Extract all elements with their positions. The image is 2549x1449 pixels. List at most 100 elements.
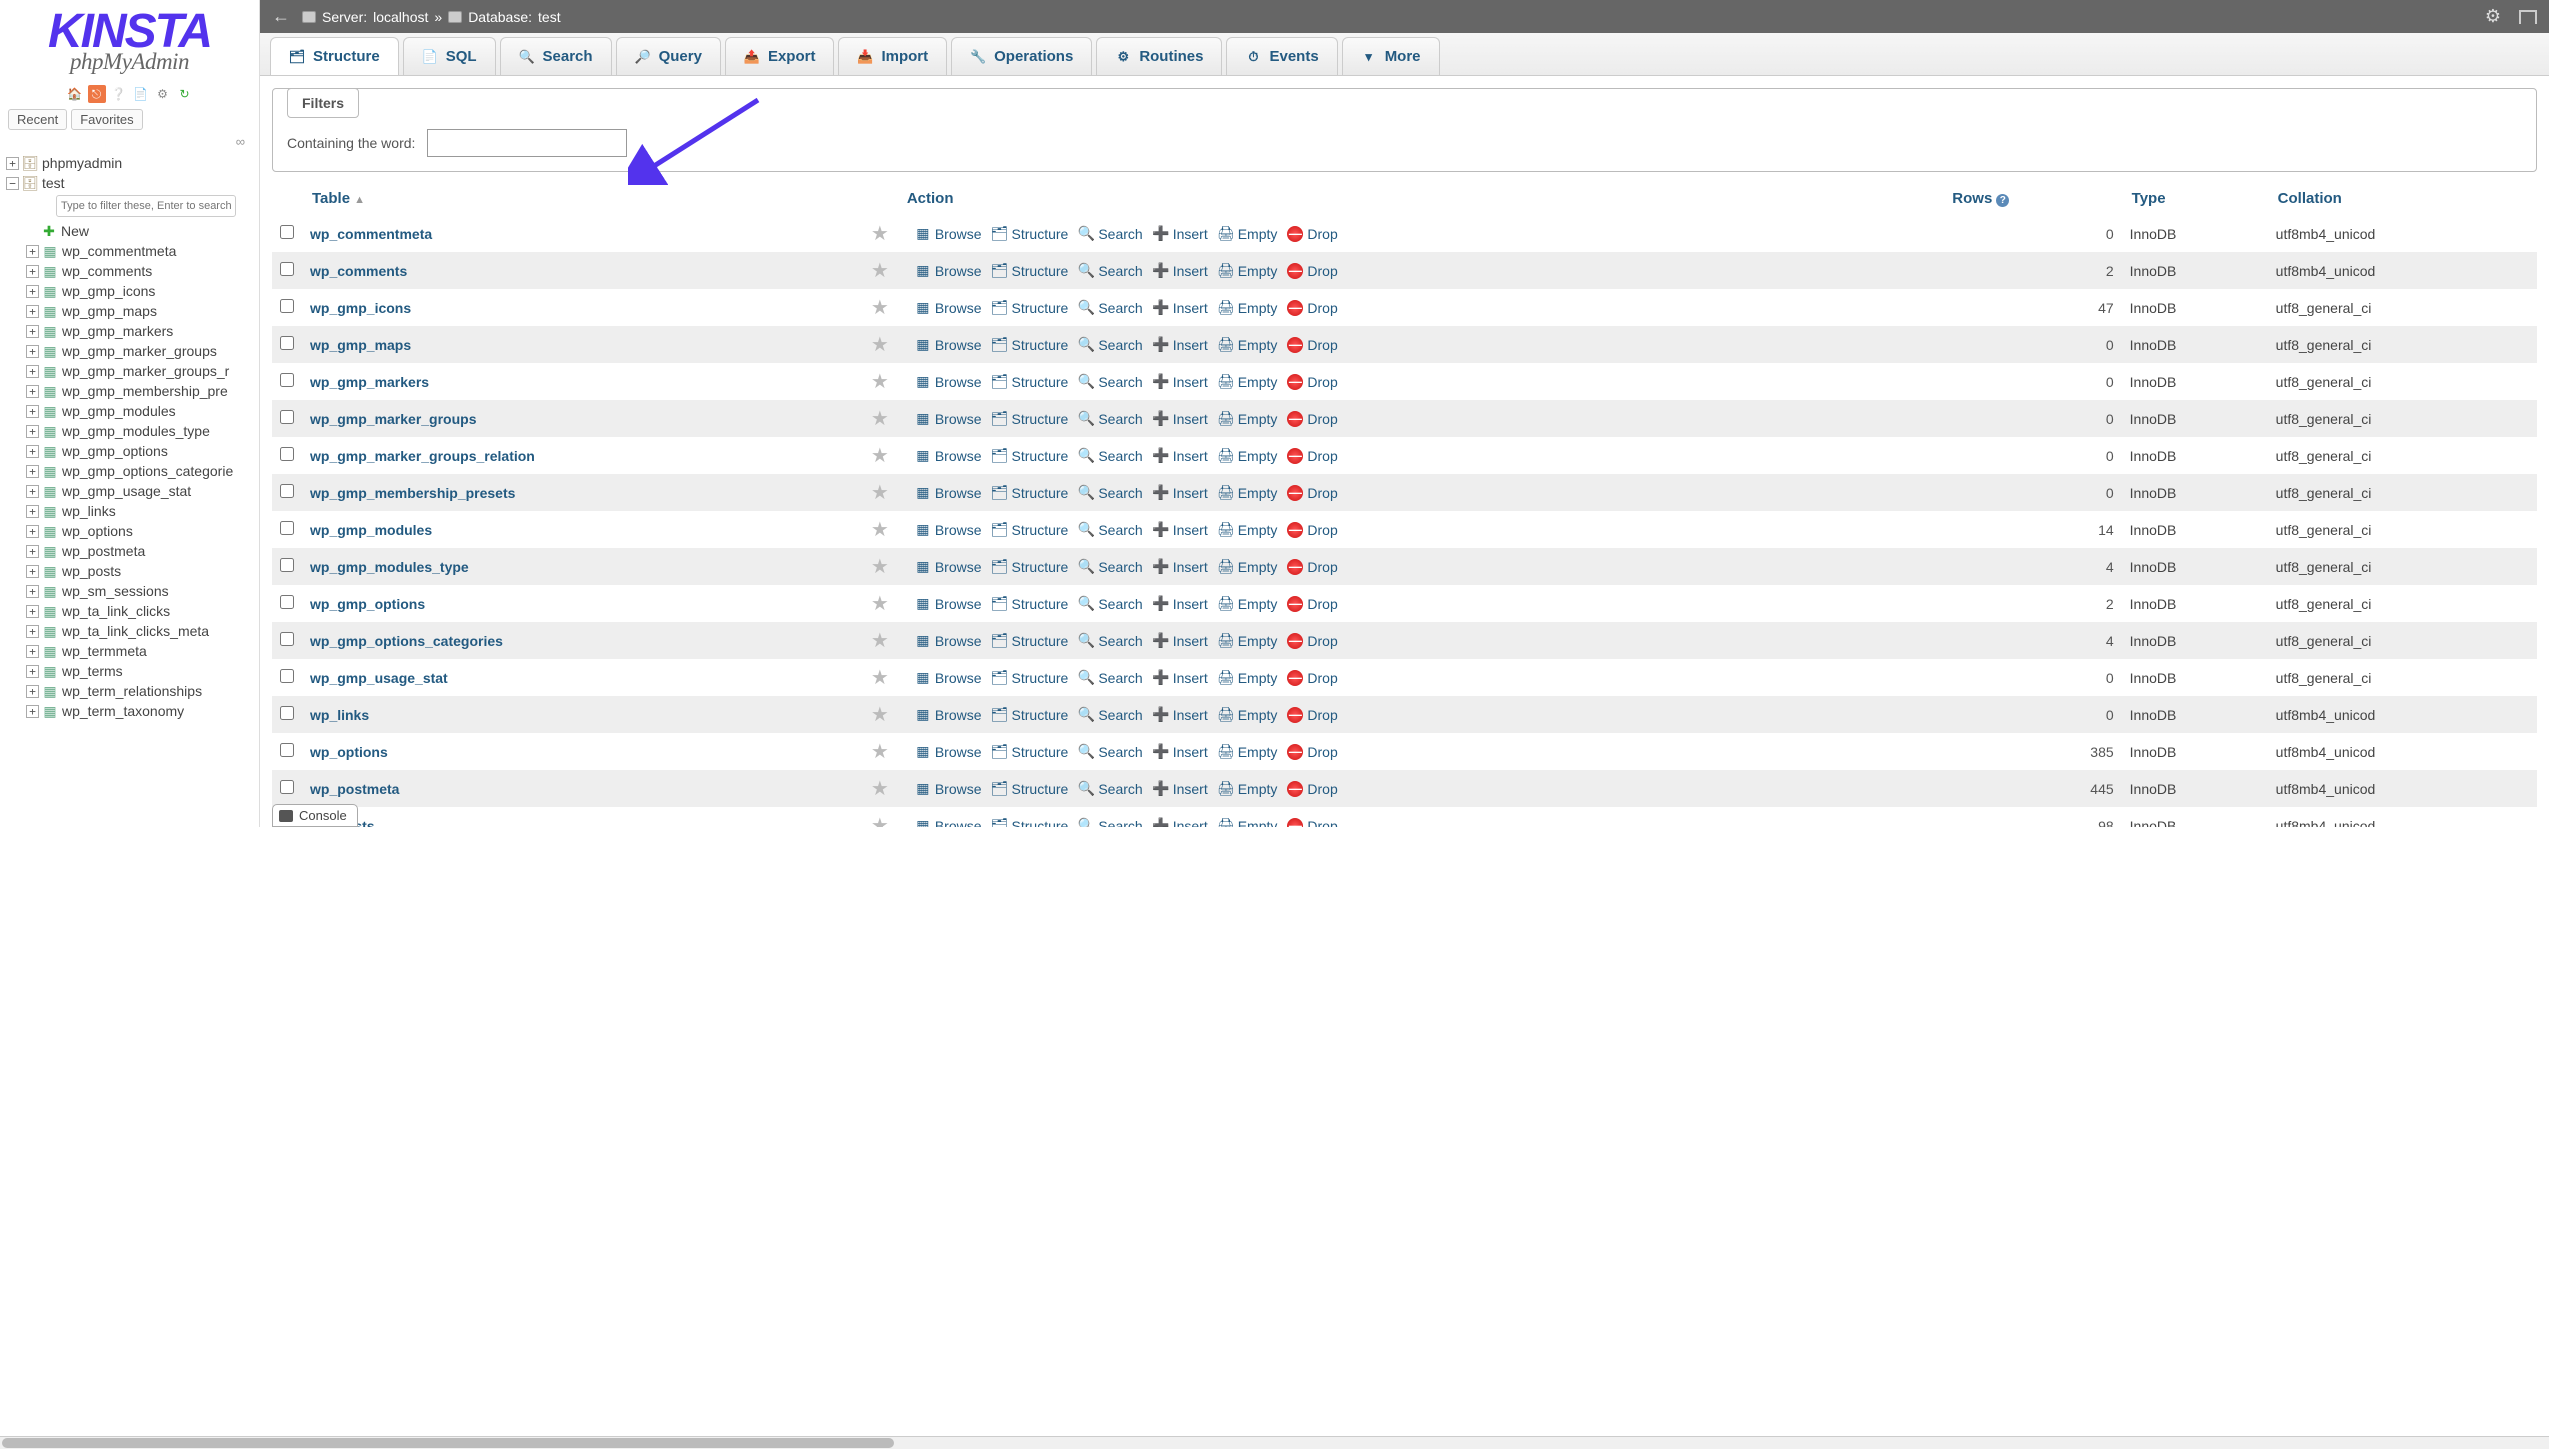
tree-table[interactable]: +▦wp_gmp_maps [6,301,259,321]
table-name-link[interactable]: wp_gmp_maps [310,337,411,353]
action-drop[interactable]: —Drop [1287,707,1337,723]
action-browse[interactable]: ▦Browse [915,522,982,538]
action-drop[interactable]: —Drop [1287,485,1337,501]
favorite-star-icon[interactable]: ★ [871,482,889,504]
docs-icon[interactable]: ❔ [110,85,128,103]
col-type[interactable]: Type [2122,182,2268,215]
favorite-star-icon[interactable]: ★ [871,704,889,726]
favorite-star-icon[interactable]: ★ [871,371,889,393]
tree-table[interactable]: +▦wp_gmp_options_categorie [6,461,259,481]
action-search[interactable]: 🔍Search [1078,744,1142,760]
tree-filter-input[interactable] [56,195,236,217]
favorite-star-icon[interactable]: ★ [871,741,889,763]
action-search[interactable]: 🔍Search [1078,522,1142,538]
crumb-db[interactable]: test [538,9,561,25]
expand-icon[interactable]: + [26,485,39,498]
row-checkbox[interactable] [280,780,294,794]
action-drop[interactable]: —Drop [1287,337,1337,353]
tab-search[interactable]: 🔍Search [500,37,612,75]
expand-icon[interactable]: + [26,705,39,718]
sql-icon[interactable]: 📄 [132,85,150,103]
action-drop[interactable]: —Drop [1287,226,1337,242]
expand-icon[interactable]: + [26,605,39,618]
action-structure[interactable]: 🗂Structure [992,522,1069,538]
expand-icon[interactable]: + [6,157,19,170]
tab-more[interactable]: ▾More [1342,37,1440,75]
action-drop[interactable]: —Drop [1287,596,1337,612]
favorite-star-icon[interactable]: ★ [871,223,889,245]
collapse-icon[interactable]: − [6,177,19,190]
row-checkbox[interactable] [280,595,294,609]
row-checkbox[interactable] [280,521,294,535]
favorite-star-icon[interactable]: ★ [871,297,889,319]
action-structure[interactable]: 🗂Structure [992,707,1069,723]
row-checkbox[interactable] [280,632,294,646]
table-name-link[interactable]: wp_comments [310,263,407,279]
favorite-star-icon[interactable]: ★ [871,630,889,652]
action-browse[interactable]: ▦Browse [915,559,982,575]
action-empty[interactable]: 🖨Empty [1218,300,1278,316]
action-insert[interactable]: ➕Insert [1153,781,1208,797]
tree-table[interactable]: +▦wp_term_taxonomy [6,701,259,721]
action-drop[interactable]: —Drop [1287,300,1337,316]
expand-icon[interactable]: + [26,245,39,258]
action-drop[interactable]: —Drop [1287,411,1337,427]
tab-query[interactable]: 🔎Query [616,37,721,75]
action-search[interactable]: 🔍Search [1078,707,1142,723]
action-search[interactable]: 🔍Search [1078,781,1142,797]
row-checkbox[interactable] [280,447,294,461]
action-empty[interactable]: 🖨Empty [1218,263,1278,279]
action-search[interactable]: 🔍Search [1078,337,1142,353]
row-checkbox[interactable] [280,558,294,572]
tree-table[interactable]: +▦wp_gmp_modules_type [6,421,259,441]
expand-icon[interactable]: + [26,405,39,418]
table-name-link[interactable]: wp_postmeta [310,781,399,797]
tree-table[interactable]: +▦wp_comments [6,261,259,281]
action-browse[interactable]: ▦Browse [915,337,982,353]
home-icon[interactable]: 🏠 [66,85,84,103]
action-search[interactable]: 🔍Search [1078,448,1142,464]
tree-table[interactable]: +▦wp_gmp_marker_groups [6,341,259,361]
action-browse[interactable]: ▦Browse [915,744,982,760]
table-name-link[interactable]: wp_commentmeta [310,226,432,242]
action-structure[interactable]: 🗂Structure [992,226,1069,242]
expand-icon[interactable]: + [26,585,39,598]
action-structure[interactable]: 🗂Structure [992,559,1069,575]
action-empty[interactable]: 🖨Empty [1218,337,1278,353]
gear-icon[interactable]: ⚙ [2485,6,2501,27]
row-checkbox[interactable] [280,743,294,757]
table-name-link[interactable]: wp_gmp_options_categories [310,633,503,649]
tab-favorites[interactable]: Favorites [71,109,142,130]
action-search[interactable]: 🔍Search [1078,818,1142,828]
expand-icon[interactable]: + [26,285,39,298]
action-search[interactable]: 🔍Search [1078,633,1142,649]
tab-routines[interactable]: ⚙Routines [1096,37,1222,75]
action-insert[interactable]: ➕Insert [1153,744,1208,760]
expand-icon[interactable]: + [26,425,39,438]
logout-icon[interactable]: ⎋ [88,85,106,103]
action-drop[interactable]: —Drop [1287,559,1337,575]
expand-icon[interactable]: + [26,465,39,478]
action-empty[interactable]: 🖨Empty [1218,818,1278,828]
tree-table[interactable]: +▦wp_gmp_options [6,441,259,461]
tree-table[interactable]: +▦wp_gmp_membership_pre [6,381,259,401]
action-insert[interactable]: ➕Insert [1153,300,1208,316]
action-search[interactable]: 🔍Search [1078,300,1142,316]
action-structure[interactable]: 🗂Structure [992,485,1069,501]
action-drop[interactable]: —Drop [1287,781,1337,797]
action-structure[interactable]: 🗂Structure [992,744,1069,760]
action-structure[interactable]: 🗂Structure [992,781,1069,797]
col-table[interactable]: Table▲ [302,182,863,215]
tree-table[interactable]: +▦wp_commentmeta [6,241,259,261]
action-browse[interactable]: ▦Browse [915,263,982,279]
col-collation[interactable]: Collation [2268,182,2537,215]
action-browse[interactable]: ▦Browse [915,633,982,649]
action-structure[interactable]: 🗂Structure [992,670,1069,686]
action-drop[interactable]: —Drop [1287,448,1337,464]
table-name-link[interactable]: wp_gmp_modules [310,522,432,538]
horizontal-scrollbar[interactable] [0,1436,2549,1449]
expand-icon[interactable]: + [26,625,39,638]
action-browse[interactable]: ▦Browse [915,300,982,316]
tree-table[interactable]: +▦wp_gmp_modules [6,401,259,421]
tree-table[interactable]: +▦wp_links [6,501,259,521]
